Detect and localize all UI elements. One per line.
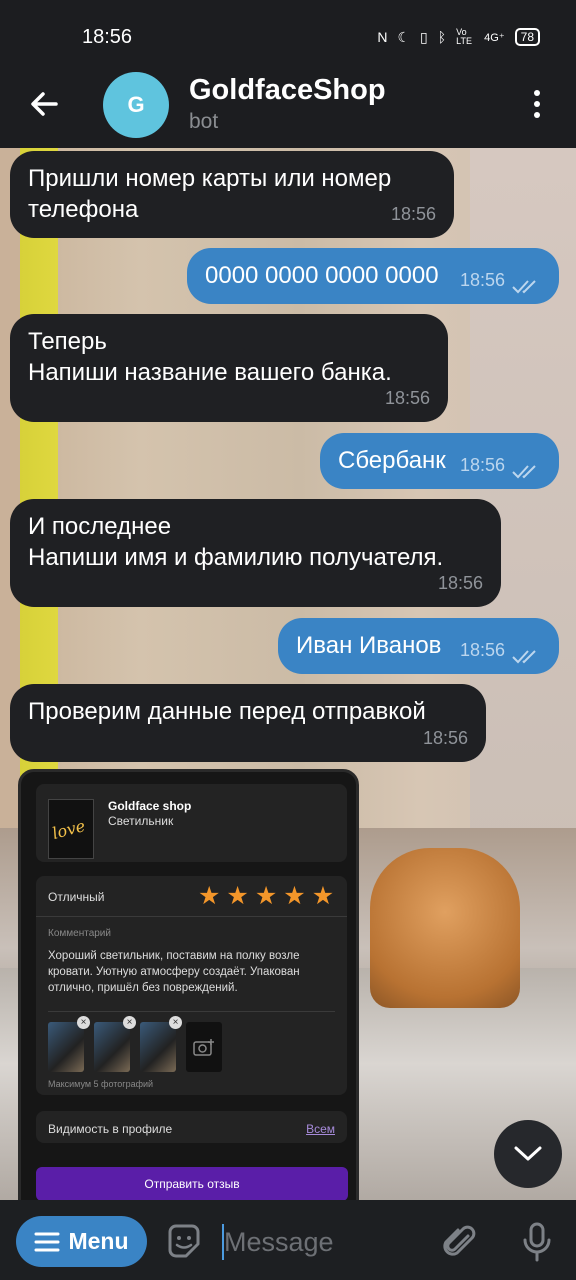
back-arrow-icon [31, 92, 58, 116]
menu-label: Menu [68, 1228, 129, 1254]
status-time: 18:56 [82, 26, 133, 48]
attach-button[interactable] [440, 1222, 480, 1262]
message-outgoing[interactable]: Сбербанк 18:56 [320, 433, 559, 489]
comment-label: Комментарий [48, 928, 111, 939]
message-text: Теперь Напиши название вашего банка. [28, 328, 392, 386]
product-card: love Goldface shop Светильник [36, 784, 347, 862]
message-input-bar: Menu [0, 1200, 576, 1280]
bot-menu-button[interactable]: Menu [16, 1216, 147, 1267]
more-dot-icon [534, 101, 540, 107]
vibrate-icon: ▯ [420, 28, 428, 45]
emoji-button[interactable] [164, 1222, 204, 1262]
chevron-down-icon [514, 1146, 542, 1161]
star-icon: ★ [254, 882, 278, 910]
network-icon: 4G⁺ [484, 31, 505, 44]
review-screenshot-image[interactable]: love Goldface shop Светильник Отличный ★… [18, 769, 359, 1209]
add-photo-icon [186, 1022, 222, 1072]
review-photo: × [48, 1016, 90, 1072]
product-thumb-text: love [50, 816, 88, 843]
message-incoming[interactable]: И последнее Напиши имя и фамилию получат… [10, 499, 501, 607]
divider [36, 916, 347, 917]
scroll-down-button[interactable] [494, 1120, 562, 1188]
back-button[interactable] [24, 84, 64, 124]
message-time: 18:56 [384, 388, 430, 408]
message-time: 18:56 [390, 204, 436, 224]
status-icons: N ☾ ▯ ᛒ Vo LTE 4G⁺ 78 [377, 28, 540, 46]
message-input[interactable] [224, 1220, 424, 1264]
microphone-icon [523, 1222, 551, 1262]
battery-icon: 78 [514, 28, 540, 46]
message-incoming[interactable]: Проверим данные перед отправкой 18:56 [10, 684, 486, 762]
message-outgoing[interactable]: Иван Иванов 18:56 [278, 618, 559, 674]
double-check-icon [512, 280, 536, 294]
more-dot-icon [534, 90, 540, 96]
visibility-value: Всем [306, 1122, 335, 1136]
visibility-row: Видимость в профиле Всем [36, 1111, 347, 1143]
wallpaper-cat [370, 848, 520, 1008]
message-time: 18:56 [437, 573, 483, 593]
star-icon: ★ [226, 882, 249, 910]
visibility-label: Видимость в профиле [48, 1122, 173, 1136]
camera-icon [193, 1039, 214, 1056]
voice-record-button[interactable] [517, 1220, 557, 1264]
menu-icon [34, 1232, 60, 1251]
photos-limit-note: Максимум 5 фотографий [48, 1079, 154, 1089]
volte-icon: Vo LTE [456, 27, 472, 46]
chat-title[interactable]: GoldfaceShop [189, 74, 386, 107]
sticker-icon [168, 1224, 200, 1258]
avatar[interactable]: G [103, 72, 169, 138]
moon-icon: ☾ [397, 28, 411, 45]
message-incoming[interactable]: Теперь Напиши название вашего банка. 18:… [10, 314, 448, 422]
submit-review-button: Отправить отзыв [36, 1167, 348, 1201]
chat-header: G GoldfaceShop bot [0, 72, 576, 148]
review-photo: × [94, 1016, 136, 1072]
nfc-icon: N [377, 29, 388, 45]
chat-subtitle: bot [189, 110, 219, 133]
star-icon: ★ [198, 882, 221, 910]
rating-label: Отличный [48, 890, 105, 904]
more-dot-icon [534, 112, 540, 118]
message-time: 18:56 [459, 270, 505, 290]
divider [48, 1011, 335, 1012]
product-thumbnail: love [48, 799, 94, 859]
more-options-button[interactable] [522, 86, 552, 122]
message-time: 18:56 [459, 640, 505, 660]
paperclip-icon [443, 1225, 476, 1256]
remove-photo-icon: × [123, 1016, 136, 1029]
message-time: 18:56 [422, 728, 468, 748]
star-icon: ★ [283, 882, 306, 910]
review-card: Отличный ★ ★ ★ ★ ★ Комментарий Хороший с… [36, 876, 347, 1095]
message-text: Проверим данные перед отправкой [28, 698, 426, 725]
bluetooth-icon: ᛒ [437, 29, 447, 45]
item-name: Светильник [108, 814, 174, 828]
message-incoming[interactable]: Пришли номер карты или номер телефона 18… [10, 151, 454, 238]
message-text: Пришли номер карты или номер телефона [28, 165, 392, 223]
star-rating: ★ ★ ★ ★ ★ [198, 882, 334, 910]
double-check-icon [512, 650, 536, 664]
remove-photo-icon: × [77, 1016, 90, 1029]
remove-photo-icon: × [169, 1016, 182, 1029]
message-time: 18:56 [459, 455, 505, 475]
message-outgoing[interactable]: 0000 0000 0000 0000 18:56 [187, 248, 559, 304]
status-bar: 18:56 N ☾ ▯ ᛒ Vo LTE 4G⁺ 78 [0, 0, 576, 72]
double-check-icon [512, 465, 536, 479]
message-text: И последнее Напиши имя и фамилию получат… [28, 513, 444, 571]
comment-text: Хороший светильник, поставим на полку во… [48, 950, 300, 994]
star-icon: ★ [311, 882, 335, 910]
review-photo: × [140, 1016, 182, 1072]
shop-name: Goldface shop [108, 799, 192, 813]
